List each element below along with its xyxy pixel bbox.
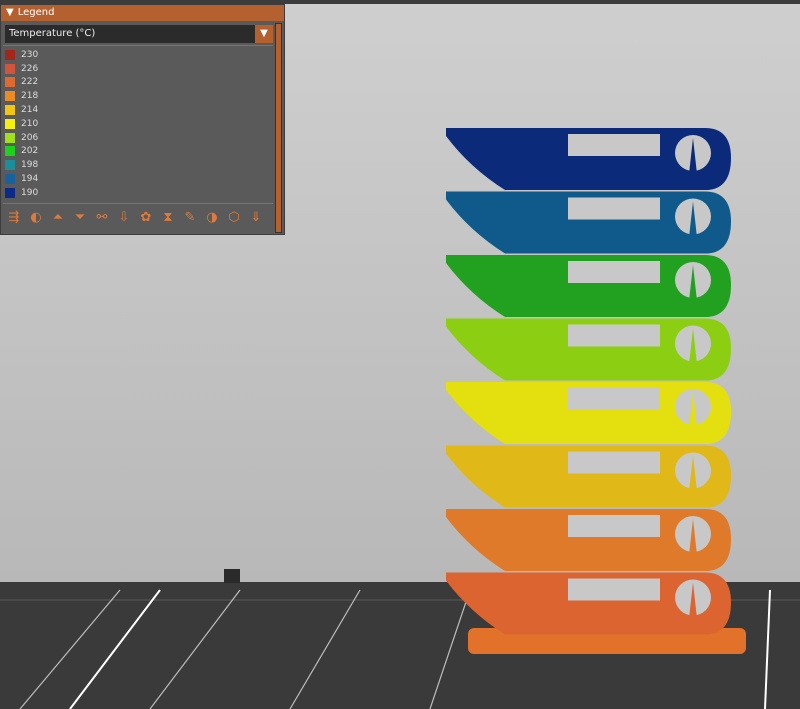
legend-item[interactable]: 210 — [5, 117, 38, 131]
bridge-gap — [568, 197, 660, 220]
bridge-gap — [568, 261, 660, 283]
scrollbar[interactable] — [275, 23, 282, 233]
tool-marker-icon[interactable]: ◐ — [27, 209, 45, 227]
color-swatch — [5, 146, 15, 157]
deretractions-icon[interactable]: ⏷ — [71, 209, 89, 227]
legend-item-label: 190 — [21, 187, 39, 198]
color-swatch — [5, 77, 15, 88]
bridge-gap — [568, 578, 660, 601]
color-swatch — [5, 63, 15, 74]
custom-gcode-icon[interactable]: ✎ — [181, 209, 199, 227]
legend-item-label: 226 — [21, 63, 39, 74]
legend-item[interactable]: 202 — [5, 145, 38, 159]
seams-icon[interactable]: ⚯ — [93, 209, 111, 227]
color-swatch — [5, 132, 15, 143]
legend-item-label: 206 — [21, 132, 39, 143]
color-swatch — [5, 105, 15, 116]
legend-item[interactable]: 198 — [5, 158, 38, 172]
legend-item-label: 218 — [21, 91, 39, 102]
legend-item[interactable]: 190 — [5, 186, 38, 200]
legend-item-label: 230 — [21, 49, 39, 60]
legend-item[interactable]: 194 — [5, 172, 38, 186]
legend-item[interactable]: 230 — [5, 48, 38, 62]
legend-header[interactable]: ▼ Legend — [1, 5, 284, 21]
color-swatch — [5, 187, 15, 198]
legend-panel: ▼ Legend Temperature (°C) ▼ 230 226 222 218 21… — [0, 4, 285, 235]
collapse-icon[interactable]: ▼ — [6, 7, 14, 18]
color-swatch — [5, 49, 15, 60]
bridge-gap — [568, 451, 660, 474]
bridge-gap — [568, 388, 660, 410]
chevron-down-icon[interactable]: ▼ — [255, 25, 273, 43]
center-of-gravity-icon[interactable]: ◑ — [203, 209, 221, 227]
legend-item-label: 210 — [21, 118, 39, 129]
pause-icon[interactable]: ⧗ — [159, 209, 177, 227]
legend-item-label: 214 — [21, 105, 39, 116]
divider — [3, 203, 273, 204]
legend-item-label: 194 — [21, 174, 39, 185]
legend-item[interactable]: 214 — [5, 103, 38, 117]
bridge-gap — [568, 324, 660, 347]
color-swatch — [5, 118, 15, 129]
bounding-box-icon[interactable]: ⬡ — [225, 209, 243, 227]
legend-item-label: 222 — [21, 77, 39, 88]
legend-item-label: 198 — [21, 160, 39, 171]
color-swatch — [5, 160, 15, 171]
shells-icon[interactable]: ⇶ — [5, 209, 23, 227]
color-changes-icon[interactable]: ✿ — [137, 209, 155, 227]
retractions-icon[interactable]: ⏶ — [49, 209, 67, 227]
bridge-gap — [568, 515, 660, 537]
legend-item-label: 202 — [21, 146, 39, 157]
legend-item[interactable]: 226 — [5, 62, 38, 76]
legend-item[interactable]: 206 — [5, 131, 38, 145]
legend-item[interactable]: 218 — [5, 89, 38, 103]
bridge-gap — [568, 134, 660, 156]
divider — [3, 45, 273, 46]
export-toolpaths-icon[interactable]: ⇓ — [247, 209, 265, 227]
legend-item[interactable]: 222 — [5, 76, 38, 90]
view-type-dropdown[interactable]: Temperature (°C) ▼ — [5, 25, 273, 43]
bed-clip — [224, 569, 240, 583]
color-swatch — [5, 174, 15, 185]
color-swatch — [5, 91, 15, 102]
tool-changes-icon[interactable]: ⇩ — [115, 209, 133, 227]
